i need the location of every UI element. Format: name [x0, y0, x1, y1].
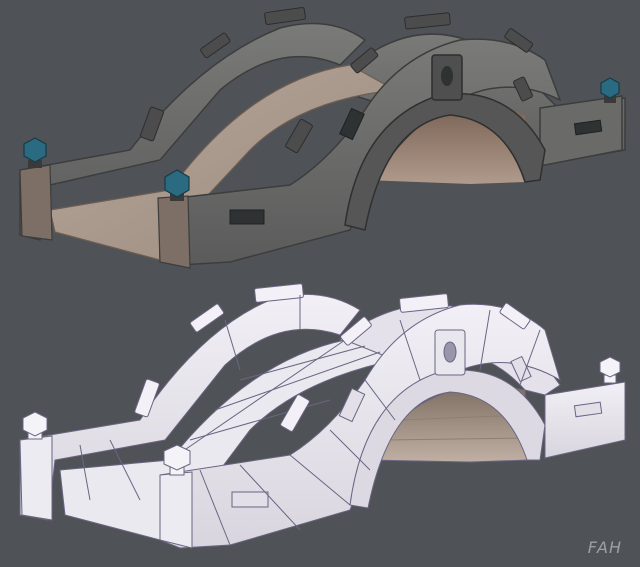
left-end-post — [19, 164, 53, 241]
wire-finial — [22, 411, 48, 440]
wire-keystone-inlay — [443, 341, 457, 363]
bridge-render-scene — [19, 7, 626, 549]
wire-wall-inlay — [231, 491, 269, 508]
textured-bridge — [19, 7, 626, 269]
artist-watermark: FAH — [587, 538, 622, 557]
finial-gem — [23, 137, 47, 168]
wire-finial — [599, 356, 621, 384]
keystone-inlay — [441, 66, 453, 86]
wire-left-end-post — [19, 435, 53, 521]
wire-front-end-post — [159, 471, 193, 549]
wall-inlay — [229, 209, 265, 225]
wire-right-abutment — [544, 381, 626, 459]
wireframe-bridge — [19, 283, 626, 549]
front-end-post — [157, 195, 191, 269]
